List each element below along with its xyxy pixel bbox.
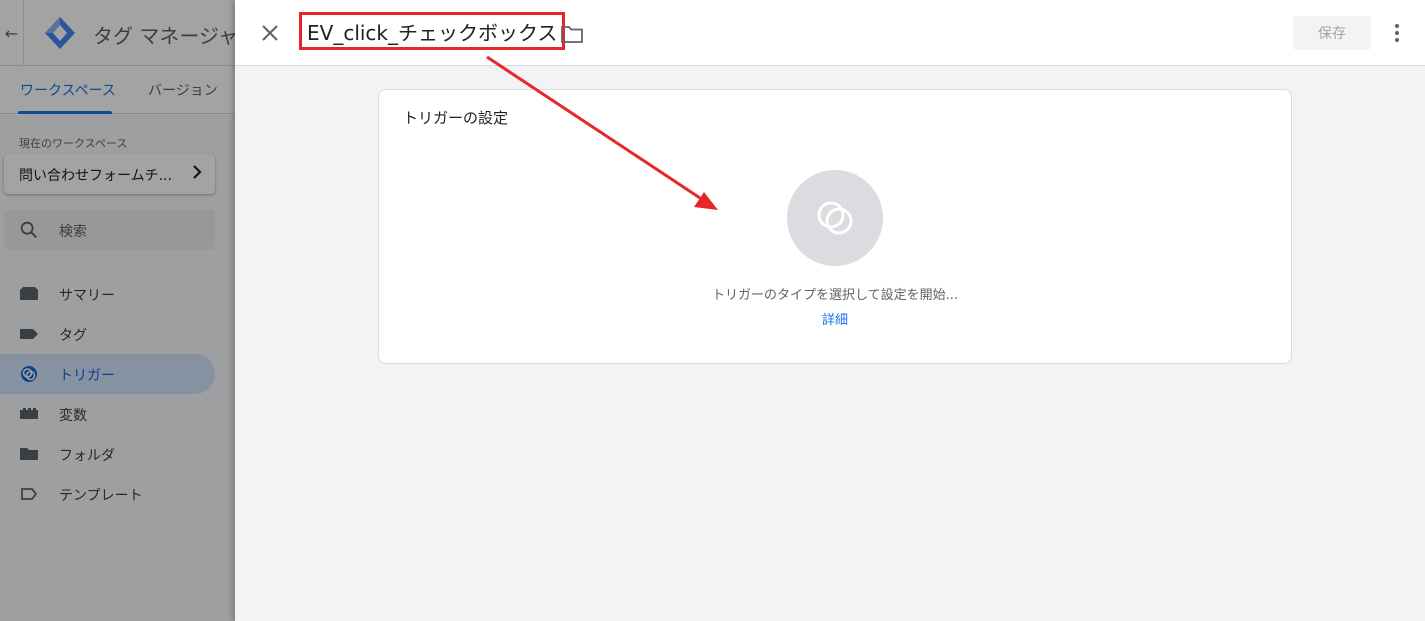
- more-vert-icon[interactable]: [1387, 20, 1407, 46]
- close-button[interactable]: [255, 18, 285, 48]
- card-title: トリガーの設定: [403, 109, 509, 127]
- save-button[interactable]: 保存: [1293, 16, 1371, 50]
- close-icon: [262, 25, 278, 41]
- choose-trigger-type-button[interactable]: [787, 170, 883, 266]
- trigger-name: EV_click_チェックボックス: [307, 20, 558, 45]
- trigger-icon: [817, 201, 853, 235]
- trigger-name-field[interactable]: EV_click_チェックボックス: [299, 12, 566, 50]
- editor-header: EV_click_チェックボックス 保存: [235, 0, 1425, 66]
- modal-scrim[interactable]: [0, 0, 235, 621]
- trigger-empty-message: トリガーのタイプを選択して設定を開始...: [711, 288, 958, 303]
- trigger-configuration-card[interactable]: トリガーの設定 トリガーのタイプを選択して設定を開始... 詳細: [378, 89, 1292, 364]
- learn-more-link[interactable]: 詳細: [379, 309, 1291, 328]
- folder-icon[interactable]: [560, 23, 584, 45]
- trigger-editor-panel: EV_click_チェックボックス 保存 トリガーの設定 トリガーのタイプを選択…: [235, 0, 1425, 621]
